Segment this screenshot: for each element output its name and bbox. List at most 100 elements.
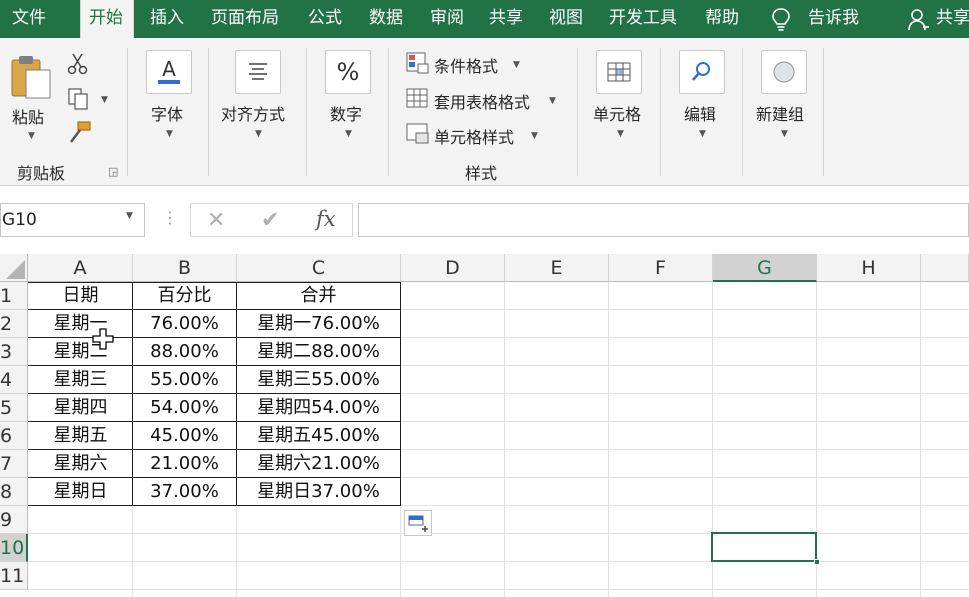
font-dropdown-icon[interactable]: ▼ bbox=[166, 129, 173, 139]
circle-icon[interactable] bbox=[761, 50, 807, 94]
new-group-dropdown-icon[interactable]: ▼ bbox=[781, 129, 788, 139]
tab-view[interactable]: 视图 bbox=[549, 0, 583, 38]
cell-a7[interactable]: 星期六 bbox=[29, 450, 132, 478]
row-header-10[interactable]: 10 bbox=[0, 534, 28, 562]
cell-c7[interactable]: 星期六21.00% bbox=[237, 450, 400, 478]
cell-a6[interactable]: 星期五 bbox=[29, 422, 132, 450]
tab-formulas[interactable]: 公式 bbox=[308, 0, 342, 38]
font-button[interactable]: 字体 bbox=[151, 101, 183, 125]
conditional-format-dropdown-icon[interactable]: ▼ bbox=[513, 60, 520, 70]
alignment-icon[interactable] bbox=[235, 50, 281, 94]
name-box-dropdown-icon[interactable]: ▼ bbox=[126, 211, 133, 221]
person-icon[interactable] bbox=[907, 0, 929, 38]
cell-b3[interactable]: 88.00% bbox=[133, 338, 236, 366]
cell-b8[interactable]: 37.00% bbox=[133, 478, 236, 506]
cut-icon[interactable] bbox=[66, 52, 90, 76]
tab-share[interactable]: 共享 bbox=[489, 0, 523, 38]
row-header-6[interactable]: 6 bbox=[0, 422, 28, 450]
cell-b6[interactable]: 45.00% bbox=[133, 422, 236, 450]
vertical-dots-icon[interactable]: ⋮ bbox=[162, 208, 178, 227]
dialog-launcher-icon[interactable]: ◲ bbox=[108, 165, 118, 178]
row-header-9[interactable]: 9 bbox=[0, 506, 28, 534]
cell-a2[interactable]: 星期一 bbox=[29, 310, 132, 338]
row-header-5[interactable]: 5 bbox=[0, 394, 28, 422]
cells-dropdown-icon[interactable]: ▼ bbox=[617, 129, 624, 139]
row-header-4[interactable]: 4 bbox=[0, 366, 28, 394]
quick-analysis-icon[interactable] bbox=[404, 510, 432, 536]
tab-developer[interactable]: 开发工具 bbox=[609, 0, 677, 38]
conditional-format-icon[interactable] bbox=[406, 52, 430, 74]
cell-style-icon[interactable] bbox=[406, 123, 430, 145]
table-format-button[interactable]: 套用表格格式 bbox=[434, 89, 530, 113]
column-header-e[interactable]: E bbox=[505, 254, 609, 282]
format-painter-icon[interactable] bbox=[66, 120, 92, 146]
cell-c2[interactable]: 星期一76.00% bbox=[237, 310, 400, 338]
paste-icon[interactable] bbox=[8, 52, 54, 102]
enter-check-icon[interactable]: ✔ bbox=[261, 208, 279, 233]
cell-b5[interactable]: 54.00% bbox=[133, 394, 236, 422]
cell-style-button[interactable]: 单元格样式 bbox=[434, 124, 514, 148]
formula-input[interactable] bbox=[358, 203, 969, 237]
cell-b4[interactable]: 55.00% bbox=[133, 366, 236, 394]
cell-a1[interactable]: 日期 bbox=[29, 282, 132, 310]
cell-b2[interactable]: 76.00% bbox=[133, 310, 236, 338]
insert-function-icon[interactable]: fx bbox=[316, 207, 336, 231]
cell-c1[interactable]: 合并 bbox=[237, 282, 400, 310]
table-format-icon[interactable] bbox=[406, 88, 430, 110]
new-group-button[interactable]: 新建组 bbox=[756, 101, 804, 125]
row-header-2[interactable]: 2 bbox=[0, 310, 28, 338]
cells-button[interactable]: 单元格 bbox=[593, 101, 641, 125]
tab-page-layout[interactable]: 页面布局 bbox=[211, 0, 279, 38]
tab-home[interactable]: 开始 bbox=[80, 0, 134, 42]
column-header-g[interactable]: G bbox=[713, 254, 817, 282]
cell-c5[interactable]: 星期四54.00% bbox=[237, 394, 400, 422]
lightbulb-icon[interactable] bbox=[770, 0, 794, 38]
tab-file[interactable]: 文件 bbox=[12, 0, 46, 38]
cell-c4[interactable]: 星期三55.00% bbox=[237, 366, 400, 394]
active-cell-g10[interactable] bbox=[711, 532, 817, 562]
cell-c8[interactable]: 星期日37.00% bbox=[237, 478, 400, 506]
name-box[interactable]: G10 bbox=[0, 203, 145, 237]
fill-handle[interactable] bbox=[814, 559, 820, 565]
row-header-3[interactable]: 3 bbox=[0, 338, 28, 366]
cell-b7[interactable]: 21.00% bbox=[133, 450, 236, 478]
cell-c3[interactable]: 星期二88.00% bbox=[237, 338, 400, 366]
paste-button[interactable]: 粘贴 bbox=[12, 104, 44, 128]
row-header-1[interactable]: 1 bbox=[0, 282, 28, 310]
cell-style-dropdown-icon[interactable]: ▼ bbox=[531, 131, 538, 141]
cancel-icon[interactable]: ✕ bbox=[207, 208, 225, 233]
table-format-dropdown-icon[interactable]: ▼ bbox=[549, 96, 556, 106]
copy-icon[interactable] bbox=[66, 86, 92, 112]
paste-dropdown-icon[interactable]: ▼ bbox=[28, 131, 35, 141]
alignment-button[interactable]: 对齐方式 bbox=[221, 101, 285, 125]
copy-dropdown-icon[interactable]: ▼ bbox=[101, 95, 108, 105]
column-header-f[interactable]: F bbox=[609, 254, 713, 282]
cells-icon[interactable] bbox=[596, 50, 642, 94]
tab-review[interactable]: 审阅 bbox=[430, 0, 464, 38]
tell-me-search[interactable]: 告诉我 bbox=[808, 0, 859, 38]
number-dropdown-icon[interactable]: ▼ bbox=[345, 129, 352, 139]
alignment-dropdown-icon[interactable]: ▼ bbox=[255, 129, 262, 139]
cell-c6[interactable]: 星期五45.00% bbox=[237, 422, 400, 450]
conditional-format-button[interactable]: 条件格式 bbox=[434, 53, 498, 77]
column-header-b[interactable]: B bbox=[133, 254, 237, 282]
cell-a8[interactable]: 星期日 bbox=[29, 478, 132, 506]
number-button[interactable]: 数字 bbox=[330, 101, 362, 125]
percent-icon[interactable]: % bbox=[325, 50, 371, 94]
magnifier-icon[interactable] bbox=[679, 50, 725, 94]
share-button[interactable]: 共享 bbox=[936, 0, 969, 38]
editing-button[interactable]: 编辑 bbox=[684, 101, 716, 125]
column-header-a[interactable]: A bbox=[28, 254, 133, 282]
font-icon[interactable]: A bbox=[146, 50, 192, 94]
row-header-7[interactable]: 7 bbox=[0, 450, 28, 478]
column-header-partial[interactable] bbox=[921, 254, 969, 282]
column-header-d[interactable]: D bbox=[401, 254, 505, 282]
cell-b1[interactable]: 百分比 bbox=[133, 282, 236, 310]
tab-insert[interactable]: 插入 bbox=[150, 0, 184, 38]
cell-a4[interactable]: 星期三 bbox=[29, 366, 132, 394]
row-header-8[interactable]: 8 bbox=[0, 478, 28, 506]
column-header-h[interactable]: H bbox=[817, 254, 921, 282]
column-header-c[interactable]: C bbox=[237, 254, 401, 282]
tab-data[interactable]: 数据 bbox=[369, 0, 403, 38]
row-header-11[interactable]: 11 bbox=[0, 562, 28, 590]
